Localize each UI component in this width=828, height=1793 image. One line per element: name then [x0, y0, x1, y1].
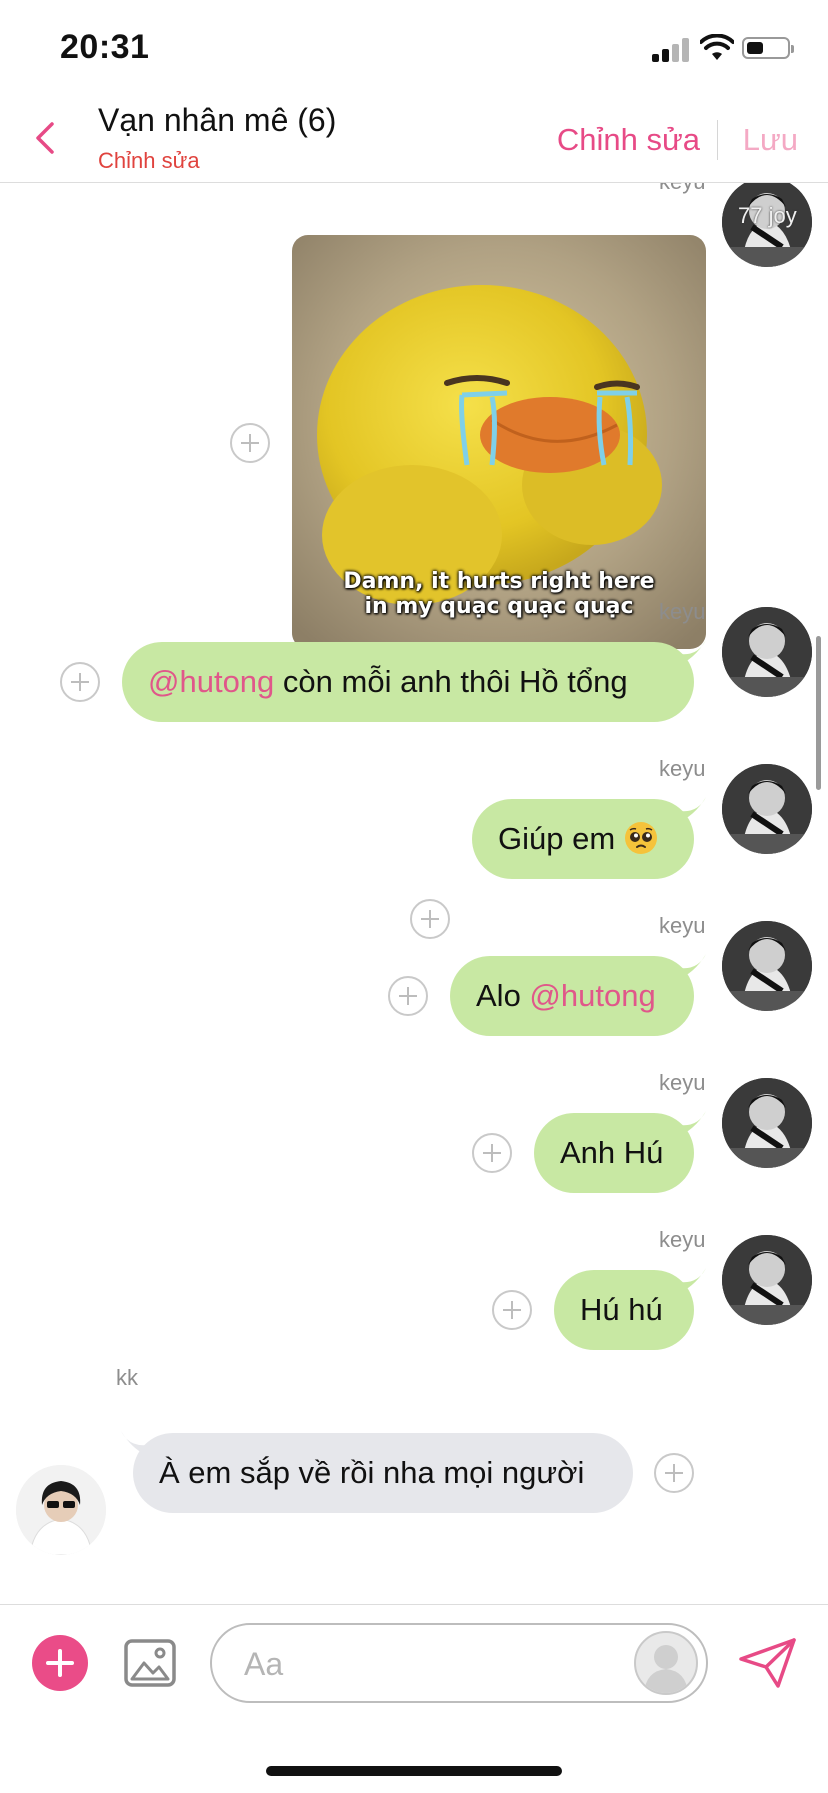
message-list[interactable]: keyu 77 joy: [0, 183, 828, 1603]
plus-circle-icon[interactable]: [388, 976, 428, 1016]
caption-line-1: Damn, it hurts right here: [343, 569, 655, 594]
avatar[interactable]: [722, 1235, 812, 1325]
avatar-overlay-text: 77 joy: [738, 203, 797, 228]
plus-circle-icon[interactable]: [230, 423, 270, 463]
sender-name: keyu: [659, 1227, 706, 1252]
image-message[interactable]: Damn, it hurts right here in my quạc quạ…: [292, 235, 706, 649]
sender-name: keyu: [659, 1070, 706, 1095]
status-time: 20:31: [60, 28, 150, 66]
save-button[interactable]: Lưu: [743, 122, 798, 158]
pleading-face-emoji-icon: [624, 821, 657, 854]
plus-circle-icon[interactable]: [492, 1290, 532, 1330]
edit-button[interactable]: Chỉnh sửa: [557, 122, 700, 158]
message-bubble[interactable]: Giúp em: [472, 797, 706, 879]
avatar[interactable]: [722, 764, 812, 854]
home-indicator: [266, 1766, 562, 1776]
message-text: Alo: [476, 978, 530, 1013]
add-icon[interactable]: [32, 1635, 88, 1691]
plus-circle-icon[interactable]: [654, 1453, 694, 1493]
plus-circle-icon[interactable]: [472, 1133, 512, 1173]
sender-name: keyu: [659, 913, 706, 938]
mention-link[interactable]: @hutong: [148, 664, 274, 699]
message-bubble[interactable]: Hú hú: [554, 1268, 706, 1350]
message-bubble[interactable]: Alo @hutong: [450, 954, 706, 1036]
message-bubble[interactable]: Anh Hú: [534, 1111, 706, 1193]
battery-icon: [742, 37, 794, 59]
header-divider: [717, 120, 718, 160]
chat-subtitle[interactable]: Chỉnh sửa: [98, 148, 200, 174]
sender-name: keyu: [659, 599, 706, 624]
sender-name: kk: [116, 1365, 138, 1390]
gallery-icon[interactable]: [124, 1639, 176, 1687]
message-input-wrapper: [210, 1623, 708, 1703]
mention-link[interactable]: @hutong: [529, 978, 655, 1013]
plus-circle-icon[interactable]: [410, 899, 450, 939]
message-input[interactable]: [242, 1639, 546, 1689]
send-icon[interactable]: [738, 1637, 798, 1689]
message-text: Anh Hú: [560, 1135, 664, 1170]
status-bar: 20:31: [0, 0, 828, 96]
composer-bar: [0, 1604, 828, 1793]
plus-circle-icon[interactable]: [60, 662, 100, 702]
chat-title: Vạn nhân mê (6): [98, 102, 337, 138]
message-bubble[interactable]: @hutong còn mỗi anh thôi Hồ tổng: [122, 640, 706, 722]
avatar[interactable]: [722, 607, 812, 697]
sender-name: keyu: [659, 183, 705, 195]
message-text: còn mỗi anh thôi Hồ tổng: [274, 664, 628, 699]
message-text: Hú hú: [580, 1292, 663, 1327]
sender-name: keyu: [659, 756, 706, 781]
wifi-icon: [700, 34, 734, 60]
chat-header: Vạn nhân mê (6) Chỉnh sửa Chỉnh sửa Lưu: [0, 96, 828, 183]
avatar[interactable]: [16, 1465, 106, 1555]
message-text: À em sắp về rồi nha mọi người: [159, 1455, 585, 1490]
message-text: Giúp em: [498, 821, 616, 856]
message-bubble[interactable]: À em sắp về rồi nha mọi người: [121, 1431, 633, 1513]
scrollbar[interactable]: [816, 636, 821, 790]
avatar[interactable]: [722, 1078, 812, 1168]
back-chevron-icon[interactable]: [26, 118, 66, 158]
image-caption: Damn, it hurts right here in my quạc quạ…: [292, 569, 706, 619]
avatar[interactable]: [722, 921, 812, 1011]
caption-line-2: in my quạc quạc quạc: [364, 594, 634, 619]
cellular-signal-icon: [652, 38, 690, 62]
sticker-icon[interactable]: [634, 1631, 698, 1695]
